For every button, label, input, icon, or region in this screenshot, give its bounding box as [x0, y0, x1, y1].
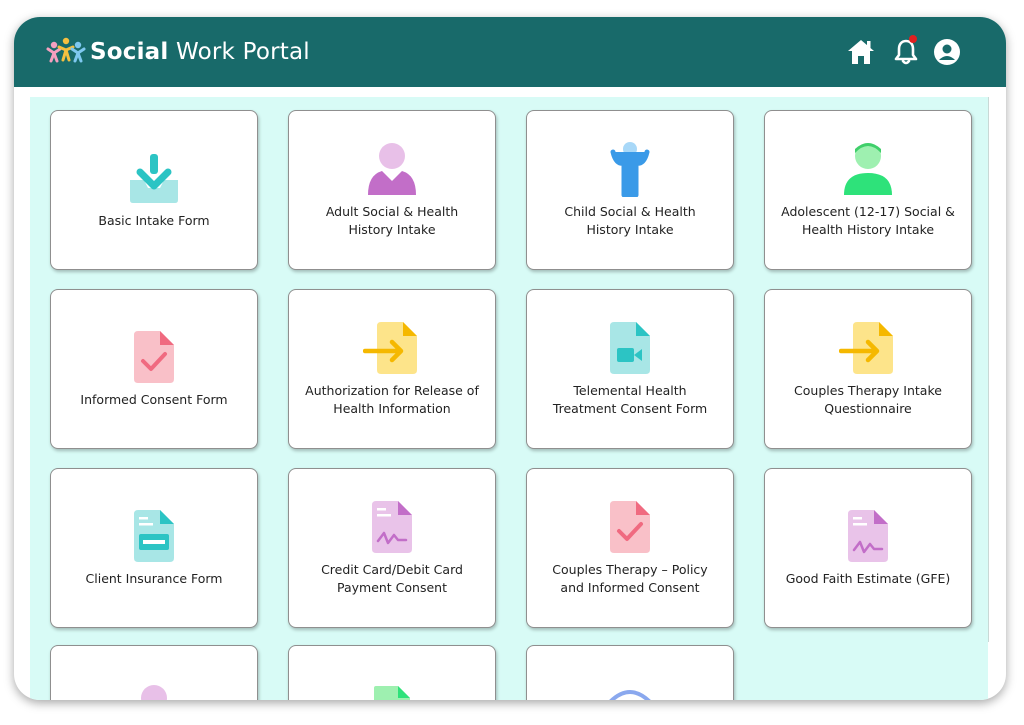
form-card-label: Informed Consent Form	[80, 392, 228, 407]
form-card-partial[interactable]	[50, 645, 258, 700]
signature-document-icon	[372, 501, 412, 553]
check-document-icon	[134, 331, 174, 383]
form-card-informed-consent[interactable]: Informed Consent Form	[50, 289, 258, 449]
notifications-button[interactable]	[891, 35, 921, 67]
adult-person-icon	[368, 143, 416, 195]
person-icon	[141, 685, 167, 700]
adolescent-person-icon	[844, 143, 892, 195]
content-divider	[988, 97, 989, 642]
child-icon	[610, 142, 650, 197]
forms-grid: Basic Intake Form Adult Social & Health …	[30, 97, 989, 700]
form-card-authorization-release[interactable]: Authorization for Release of Health Info…	[288, 289, 496, 449]
home-button[interactable]	[846, 37, 876, 67]
form-card-basic-intake[interactable]: Basic Intake Form	[50, 110, 258, 270]
form-card-label: Telemental Health Treatment Consent Form	[552, 383, 708, 416]
notification-badge	[909, 35, 917, 43]
form-card-couples-intake[interactable]: Couples Therapy Intake Questionnaire	[764, 289, 972, 449]
home-icon	[848, 40, 874, 64]
arrow-document-icon	[839, 322, 893, 374]
form-card-good-faith-estimate[interactable]: Good Faith Estimate (GFE)	[764, 468, 972, 628]
form-card-label: Adolescent (12-17) Social & Health Histo…	[781, 204, 955, 237]
download-tray-icon	[130, 154, 178, 203]
form-card-adolescent-history[interactable]: Adolescent (12-17) Social & Health Histo…	[764, 110, 972, 270]
form-card-label: Adult Social & Health History Intake	[325, 204, 459, 237]
signature-document-icon	[848, 510, 888, 562]
form-card-couples-policy[interactable]: Couples Therapy – Policy and Informed Co…	[526, 468, 734, 628]
check-document-icon	[610, 501, 650, 553]
form-card-label: Basic Intake Form	[98, 213, 210, 228]
video-document-icon	[610, 322, 650, 374]
people-logo-icon	[46, 37, 86, 63]
form-card-label: Client Insurance Form	[85, 571, 223, 586]
form-card-child-history[interactable]: Child Social & Health History Intake	[526, 110, 734, 270]
portal-title: Social Work Portal	[90, 37, 310, 67]
form-card-label: Credit Card/Debit Card Payment Consent	[321, 562, 463, 595]
form-card-payment-consent[interactable]: Credit Card/Debit Card Payment Consent	[288, 468, 496, 628]
arrow-document-icon	[363, 322, 417, 374]
portal-title-bold: Social	[90, 39, 169, 65]
form-card-partial[interactable]	[526, 645, 734, 700]
header-bar: Social Work Portal	[14, 17, 1006, 87]
circle-icon	[609, 690, 651, 700]
form-card-adult-history[interactable]: Adult Social & Health History Intake	[288, 110, 496, 270]
form-card-client-insurance[interactable]: Client Insurance Form	[50, 468, 258, 628]
form-card-partial[interactable]	[288, 645, 496, 700]
form-card-label: Good Faith Estimate (GFE)	[785, 571, 951, 586]
form-card-label: Couples Therapy – Policy and Informed Co…	[552, 562, 708, 595]
portal-title-rest: Work Portal	[168, 39, 310, 65]
form-card-label: Couples Therapy Intake Questionnaire	[794, 383, 942, 416]
account-icon	[934, 39, 960, 65]
form-card-label: Authorization for Release of Health Info…	[305, 383, 479, 416]
account-button[interactable]	[932, 37, 962, 67]
app-window: Social Work Portal Basic Intake Form Adu…	[14, 17, 1006, 700]
form-card-label: Child Social & Health History Intake	[564, 204, 696, 237]
card-document-icon	[134, 510, 174, 562]
document-icon	[374, 686, 410, 700]
form-card-telemental-consent[interactable]: Telemental Health Treatment Consent Form	[526, 289, 734, 449]
